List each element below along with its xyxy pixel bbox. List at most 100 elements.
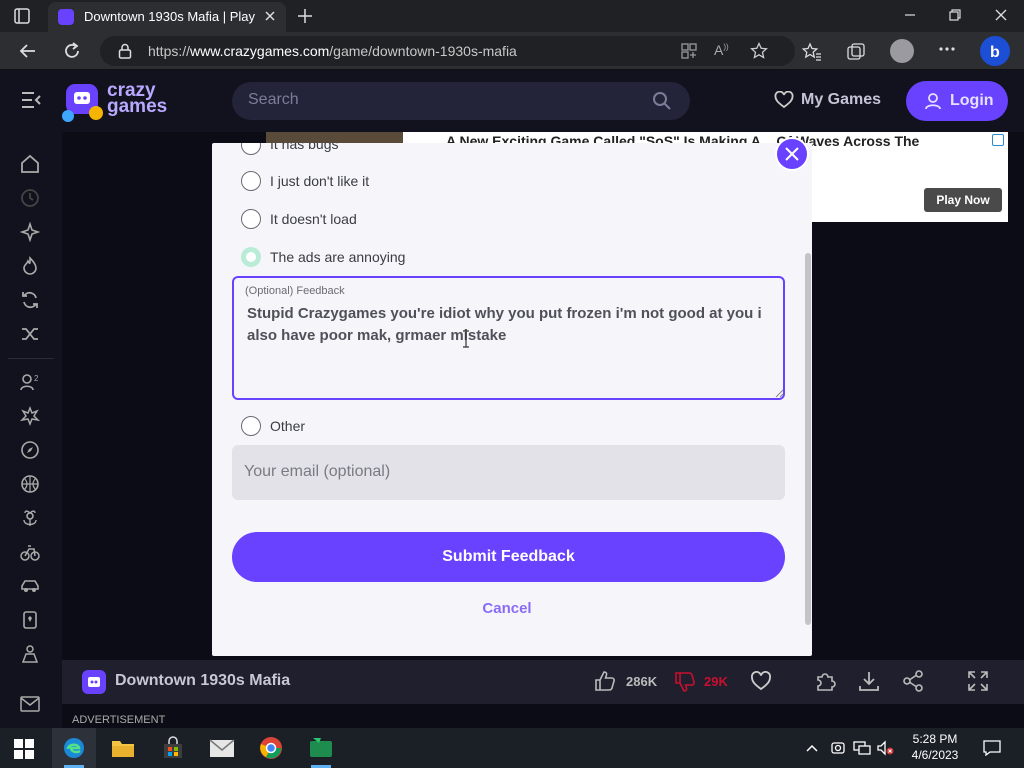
file-explorer-icon[interactable]	[111, 737, 135, 759]
modal-scrollbar[interactable]	[805, 253, 811, 625]
edge-icon	[64, 738, 84, 758]
game-title: Downtown 1930s Mafia	[115, 672, 291, 689]
camera-icon[interactable]	[830, 740, 846, 756]
crazygames-logo[interactable]: crazy games	[60, 80, 170, 124]
game-info-bar: Downtown 1930s Mafia 286K 29K	[62, 660, 1024, 704]
casual-icon[interactable]	[20, 644, 40, 664]
store-icon[interactable]	[161, 736, 185, 760]
like-icon[interactable]	[594, 670, 616, 692]
resize-handle-icon[interactable]	[774, 388, 784, 398]
bike-icon[interactable]	[20, 542, 40, 562]
search-icon[interactable]	[652, 91, 672, 111]
home-icon[interactable]	[20, 154, 40, 174]
mail-icon[interactable]	[209, 737, 235, 759]
adchoices-icon[interactable]	[992, 134, 1004, 146]
app-taskbar-button[interactable]	[299, 728, 343, 768]
fullscreen-icon[interactable]	[967, 670, 989, 692]
browser-tab[interactable]: Downtown 1930s Mafia | Play	[48, 2, 286, 32]
search-placeholder: Search	[248, 91, 299, 108]
new-icon[interactable]	[20, 222, 40, 242]
close-modal-button[interactable]	[775, 137, 809, 171]
clock[interactable]: 5:28 PM 4/6/2023	[904, 731, 966, 763]
profile-avatar[interactable]	[890, 39, 914, 63]
random-shuffle-icon[interactable]	[20, 324, 40, 344]
network-icon[interactable]	[853, 740, 871, 756]
radio-label-dont-like-it: I just don't like it	[270, 173, 370, 189]
tab-title: Downtown 1930s Mafia | Play	[84, 9, 256, 24]
url-domain: www.crazygames.com	[190, 43, 330, 59]
clock-time: 5:28 PM	[912, 732, 958, 746]
likes-count: 286K	[626, 674, 658, 689]
ad-play-now-button[interactable]: Play Now	[924, 188, 1002, 212]
new-tab-icon[interactable]	[297, 8, 313, 24]
crazygames-favicon-icon	[58, 9, 74, 25]
windows-start-icon[interactable]	[13, 738, 35, 760]
radio-ads-annoying[interactable]	[241, 247, 261, 267]
recent-icon[interactable]	[20, 188, 40, 208]
collections-icon[interactable]	[846, 42, 866, 62]
dislikes-count: 29K	[704, 674, 728, 689]
back-icon[interactable]	[18, 41, 38, 61]
radio-doesnt-load[interactable]	[241, 209, 261, 229]
refresh-icon[interactable]	[62, 41, 82, 61]
restore-icon[interactable]	[948, 8, 962, 22]
share-icon[interactable]	[902, 670, 924, 692]
dislike-icon[interactable]	[674, 671, 696, 693]
lock-icon[interactable]	[118, 43, 132, 59]
action-icon[interactable]	[20, 406, 40, 426]
show-hidden-icons-icon[interactable]	[806, 743, 818, 753]
submit-feedback-button[interactable]: Submit Feedback	[232, 532, 785, 582]
feedback-label: (Optional) Feedback	[245, 285, 345, 297]
bing-chat-icon[interactable]: b	[980, 36, 1010, 66]
email-field[interactable]: Your email (optional)	[232, 445, 785, 500]
game-logo-icon	[82, 670, 106, 694]
url-path: /game/downtown-1930s-mafia	[329, 43, 517, 59]
favorites-icon[interactable]	[802, 42, 822, 62]
close-tab-icon[interactable]	[264, 10, 276, 22]
beauty-flower-icon[interactable]	[20, 508, 40, 528]
tab-actions-icon[interactable]	[14, 8, 30, 24]
radio-it-has-bugs[interactable]	[241, 143, 261, 155]
chrome-icon[interactable]	[259, 736, 283, 760]
close-window-icon[interactable]	[994, 8, 1008, 22]
read-aloud-icon[interactable]: A))	[714, 42, 729, 58]
basketball-icon[interactable]	[20, 474, 40, 494]
category-sidebar: 2	[0, 132, 62, 730]
svg-text:b: b	[990, 44, 1000, 61]
radio-label-ads-annoying: The ads are annoying	[270, 249, 406, 265]
site-search-input[interactable]: Search	[232, 82, 690, 120]
feedback-modal: It has bugs I just don't like it It does…	[212, 143, 812, 656]
address-bar[interactable]: https://www.crazygames.com/game/downtown…	[100, 36, 795, 66]
radio-dont-like-it[interactable]	[241, 171, 261, 191]
car-icon[interactable]	[20, 576, 40, 596]
updated-icon[interactable]	[20, 290, 40, 310]
multiplayer-icon[interactable]: 2	[20, 372, 40, 392]
cancel-button[interactable]: Cancel	[472, 600, 542, 617]
volume-muted-icon[interactable]	[877, 740, 895, 756]
app-available-icon[interactable]	[680, 42, 698, 60]
url-text: https://www.crazygames.com/game/downtown…	[148, 43, 517, 59]
svg-text:2: 2	[34, 374, 39, 383]
browser-tab-bar: Downtown 1930s Mafia | Play	[0, 0, 1024, 32]
adventure-compass-icon[interactable]	[20, 440, 40, 460]
login-button[interactable]: Login	[906, 81, 1008, 121]
advertisement-label: ADVERTISEMENT	[72, 714, 166, 726]
menu-icon[interactable]	[20, 90, 42, 110]
my-games-label: My Games	[801, 91, 882, 108]
edge-taskbar-button[interactable]	[52, 728, 96, 768]
contact-mail-icon[interactable]	[20, 696, 40, 712]
windows-taskbar: 5:28 PM 4/6/2023	[0, 728, 1024, 768]
radio-label-it-has-bugs: It has bugs	[270, 143, 339, 152]
user-icon	[925, 93, 941, 110]
favorite-heart-icon[interactable]	[750, 671, 772, 691]
card-icon[interactable]	[20, 610, 40, 630]
minimize-icon[interactable]	[903, 8, 917, 22]
radio-other[interactable]	[241, 416, 261, 436]
add-favorite-icon[interactable]	[750, 42, 768, 60]
trending-flame-icon[interactable]	[20, 256, 40, 276]
report-puzzle-icon[interactable]	[814, 670, 836, 692]
download-icon[interactable]	[858, 670, 880, 692]
settings-more-icon[interactable]	[938, 46, 956, 52]
feedback-textarea[interactable]: (Optional) Feedback Stupid Crazygames yo…	[232, 276, 785, 400]
notifications-icon[interactable]	[983, 740, 1001, 756]
